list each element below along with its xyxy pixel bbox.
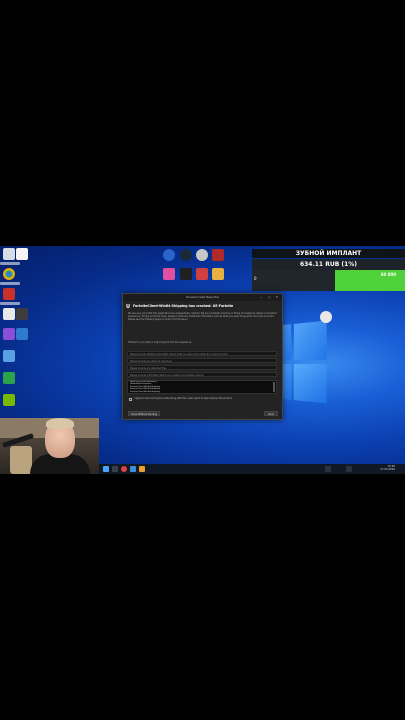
crash-heading: FortniteClient-Win64-Shipping has crashe… <box>133 304 234 308</box>
window-controls[interactable]: — ▢ ✕ <box>260 295 280 299</box>
app-icon[interactable] <box>196 268 208 280</box>
app-icon[interactable] <box>3 372 15 384</box>
app-icon[interactable] <box>16 328 28 340</box>
crash-reporter-window: Unreal Crash Reporter — ▢ ✕ U FortniteCl… <box>122 293 283 420</box>
app-icon[interactable] <box>3 350 15 362</box>
donation-amount: 634.11 RUB (1%) <box>252 259 405 270</box>
app-icon[interactable] <box>196 249 208 261</box>
donation-progress-bar: 0 60 000 <box>252 270 405 291</box>
attachments-input[interactable]: Please provide any attached files <box>127 365 277 370</box>
chrome-icon[interactable] <box>3 268 15 280</box>
close-without-sending-button[interactable]: Close Without Sending <box>128 411 160 416</box>
app-icon[interactable] <box>130 466 136 472</box>
crash-thanks: Thanks for your help in improving the Fo… <box>128 341 192 344</box>
app-icon[interactable] <box>16 308 28 320</box>
clock-date: 17.03.2024 <box>380 468 395 472</box>
icon-label <box>0 282 20 285</box>
start-icon[interactable] <box>103 466 109 472</box>
app-icon[interactable] <box>212 268 224 280</box>
app-icon[interactable] <box>3 308 15 320</box>
system-clock[interactable]: 15:40 17.03.2024 <box>380 465 395 471</box>
unreal-logo-icon: U <box>126 304 131 310</box>
donation-goal-title: ЗУБНОЙ ИМПЛАНТ <box>252 249 405 258</box>
epic-games-icon[interactable] <box>180 268 192 280</box>
app-icon[interactable] <box>163 268 175 280</box>
app-icon[interactable] <box>320 311 332 323</box>
recycle-bin-icon[interactable] <box>3 248 15 260</box>
search-icon[interactable] <box>112 466 118 472</box>
steam-icon[interactable] <box>180 249 192 261</box>
icon-label <box>0 262 20 265</box>
consent-checkbox[interactable] <box>129 398 132 401</box>
crash-log: Fatal error: [File:Unknown] Unhandled Ex… <box>127 380 277 394</box>
streamer-webcam <box>0 418 99 474</box>
app-icon[interactable] <box>212 249 224 261</box>
window-title: Unreal Crash Reporter <box>185 295 220 299</box>
send-button[interactable]: Send <box>264 411 278 416</box>
repro-steps-input[interactable]: Please provide any steps to reproduce <box>127 358 277 363</box>
app-icon[interactable] <box>3 328 15 340</box>
consent-label: I agree to send anonymous data along wit… <box>134 397 232 400</box>
nvidia-icon[interactable] <box>3 394 15 406</box>
log-line: FortniteClient-Win64-Shipping <box>130 390 160 393</box>
log-scrollbar[interactable] <box>273 382 275 392</box>
window-titlebar[interactable]: Unreal Crash Reporter — ▢ ✕ <box>123 294 282 301</box>
app-icon[interactable] <box>163 249 175 261</box>
webcam-person-hair <box>46 418 74 429</box>
details-input[interactable]: Please provide detailed information abou… <box>127 351 277 356</box>
progress-start-label: 0 <box>254 276 257 281</box>
tray-icon[interactable] <box>346 466 352 472</box>
icon-label <box>0 302 20 305</box>
crash-description: We are very sorry that this application … <box>128 312 277 321</box>
app-icon[interactable] <box>16 248 28 260</box>
tray-icon[interactable] <box>325 466 331 472</box>
webcam-chair <box>10 446 32 474</box>
app-icon[interactable] <box>139 466 145 472</box>
progress-goal-label: 60 000 <box>380 272 396 277</box>
app-icon[interactable] <box>3 288 15 300</box>
system-info-input[interactable]: Please provide information about your sy… <box>127 372 277 377</box>
browser-icon[interactable] <box>121 466 127 472</box>
